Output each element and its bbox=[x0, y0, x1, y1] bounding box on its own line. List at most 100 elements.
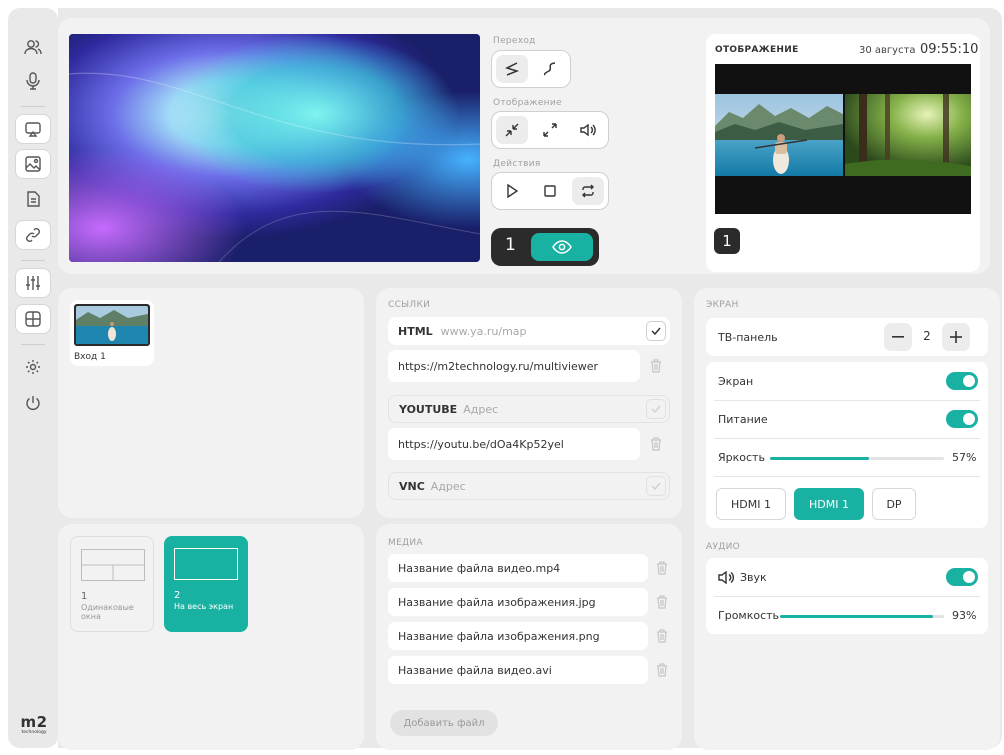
add-file-button[interactable]: Добавить файл bbox=[390, 710, 498, 736]
html-checkbox[interactable] bbox=[646, 321, 666, 341]
audio-card: Звук Громкость 93% bbox=[706, 558, 988, 634]
trash-icon[interactable] bbox=[654, 593, 670, 611]
html-value: www.ya.ru/map bbox=[440, 324, 527, 338]
trash-icon[interactable] bbox=[654, 661, 670, 679]
screen-title: ЭКРАН bbox=[706, 300, 739, 310]
links-title: ССЫЛКИ bbox=[388, 300, 431, 310]
document-icon[interactable] bbox=[15, 184, 51, 214]
power-icon[interactable] bbox=[15, 388, 51, 418]
preview-screen-selector[interactable]: 1 bbox=[491, 228, 599, 266]
tv-increment-button[interactable] bbox=[942, 323, 970, 351]
sound-toggle[interactable] bbox=[946, 568, 978, 586]
preview-eye-button[interactable] bbox=[531, 233, 593, 261]
media-file-item[interactable]: Название файла видео.avi bbox=[388, 656, 648, 684]
layout-2-name: На весь экран bbox=[174, 602, 234, 611]
trash-icon[interactable] bbox=[654, 559, 670, 577]
repeat-icon[interactable] bbox=[572, 177, 604, 205]
input-card[interactable]: Вход 1 bbox=[70, 300, 154, 366]
brand-logo: m2 technology bbox=[16, 714, 52, 736]
check-icon bbox=[651, 405, 661, 413]
layouts-panel: 1 Одинаковые окна 2 На весь экран bbox=[58, 524, 364, 750]
main-area: Переход Отображение Действия 1 ОТОБРАЖЕН… bbox=[58, 8, 1002, 750]
vnc-placeholder: Адрес bbox=[430, 479, 466, 493]
youtube-url-input[interactable]: https://youtu.be/dOa4Kp52yel bbox=[388, 428, 640, 460]
links-panel: ССЫЛКИ HTML www.ya.ru/map https://m2tech… bbox=[376, 288, 682, 518]
monitor-card: ОТОБРАЖЕНИЕ 30 августа 09:55:10 1 bbox=[706, 34, 980, 272]
link-icon[interactable] bbox=[15, 220, 51, 250]
html-row: HTML www.ya.ru/map bbox=[388, 317, 670, 345]
transition-label: Переход bbox=[493, 36, 536, 46]
volume-icon[interactable] bbox=[572, 116, 604, 144]
trash-icon[interactable] bbox=[654, 627, 670, 645]
layout-option-2[interactable]: 2 На весь экран bbox=[164, 536, 248, 632]
minimize-icon[interactable] bbox=[496, 116, 528, 144]
tv-count: 2 bbox=[923, 329, 931, 343]
media-file-item[interactable]: Название файла видео.mp4 bbox=[388, 554, 648, 582]
display-label: Отображение bbox=[493, 98, 562, 108]
sidebar: m2 technology bbox=[8, 8, 58, 748]
grid-icon[interactable] bbox=[15, 304, 51, 334]
media-file-item[interactable]: Название файла изображения.png bbox=[388, 622, 648, 650]
volume-slider[interactable] bbox=[780, 615, 944, 618]
input-thumbnail bbox=[74, 304, 150, 346]
html-url-input[interactable]: https://m2technology.ru/multiviewer bbox=[388, 350, 640, 382]
monitor-screen-number[interactable]: 1 bbox=[714, 228, 740, 254]
check-icon bbox=[651, 327, 661, 335]
transition-fade-icon[interactable] bbox=[496, 55, 528, 83]
transition-group bbox=[491, 50, 571, 88]
youtube-checkbox[interactable] bbox=[646, 399, 666, 419]
cast-icon[interactable] bbox=[15, 114, 51, 144]
fullscreen-icon[interactable] bbox=[534, 116, 566, 144]
monitor-date: 30 августа bbox=[859, 45, 916, 56]
audio-title: АУДИО bbox=[706, 542, 740, 552]
play-icon[interactable] bbox=[496, 177, 528, 205]
sliders-icon[interactable] bbox=[15, 268, 51, 298]
tv-panel-row: ТВ-панель 2 bbox=[706, 318, 988, 356]
screen-panel: ЭКРАН ТВ-панель 2 Экран Питание Яркость … bbox=[694, 288, 1000, 750]
media-file-item[interactable]: Название файла изображения.jpg bbox=[388, 588, 648, 616]
source-hdmi-active-button[interactable]: HDMI 1 bbox=[794, 488, 864, 520]
users-icon[interactable] bbox=[15, 32, 51, 62]
preview-screen-number: 1 bbox=[505, 235, 516, 255]
volume-label: Громкость bbox=[718, 609, 780, 622]
screen-toggle[interactable] bbox=[946, 372, 978, 390]
power-toggle[interactable] bbox=[946, 410, 978, 428]
youtube-row: YOUTUBE Адрес bbox=[388, 395, 670, 423]
microphone-icon[interactable] bbox=[15, 66, 51, 96]
image-icon[interactable] bbox=[15, 149, 51, 179]
tv-decrement-button[interactable] bbox=[884, 323, 912, 351]
source-dp-button[interactable]: DP bbox=[872, 488, 916, 520]
inputs-panel: Вход 1 bbox=[58, 288, 364, 518]
stop-icon[interactable] bbox=[534, 177, 566, 205]
monitor-title: ОТОБРАЖЕНИЕ bbox=[715, 45, 799, 55]
brightness-value: 57% bbox=[952, 451, 977, 464]
vnc-label: VNC bbox=[399, 479, 425, 493]
monitor-screen[interactable] bbox=[715, 64, 971, 214]
source-hdmi-button[interactable]: HDMI 1 bbox=[716, 488, 786, 520]
actions-label: Действия bbox=[493, 159, 541, 169]
check-icon bbox=[651, 482, 661, 490]
speaker-icon bbox=[718, 571, 734, 584]
preview-image[interactable] bbox=[69, 34, 480, 262]
layout-full-icon bbox=[174, 548, 238, 580]
trash-icon[interactable] bbox=[648, 357, 664, 375]
trash-icon[interactable] bbox=[648, 435, 664, 453]
layout-option-1[interactable]: 1 Одинаковые окна bbox=[70, 536, 154, 632]
sound-label: Звук bbox=[740, 571, 767, 584]
minus-icon bbox=[892, 336, 904, 338]
vnc-checkbox[interactable] bbox=[646, 476, 666, 496]
screen-toggle-label: Экран bbox=[718, 375, 754, 388]
transition-cut-icon[interactable] bbox=[534, 55, 566, 83]
monitor-tile-forest bbox=[845, 94, 971, 176]
power-toggle-label: Питание bbox=[718, 413, 768, 426]
volume-value: 93% bbox=[952, 609, 977, 622]
brightness-slider[interactable] bbox=[770, 457, 944, 460]
media-title: МЕДИА bbox=[388, 538, 423, 548]
layout-split-icon bbox=[81, 549, 145, 581]
brightness-slider-fill bbox=[770, 457, 870, 460]
youtube-placeholder: Адрес bbox=[463, 402, 499, 416]
monitor-tile-lake bbox=[715, 94, 843, 176]
tv-panel-label: ТВ-панель bbox=[718, 331, 778, 344]
actions-group bbox=[491, 172, 609, 210]
gear-icon[interactable] bbox=[15, 352, 51, 382]
